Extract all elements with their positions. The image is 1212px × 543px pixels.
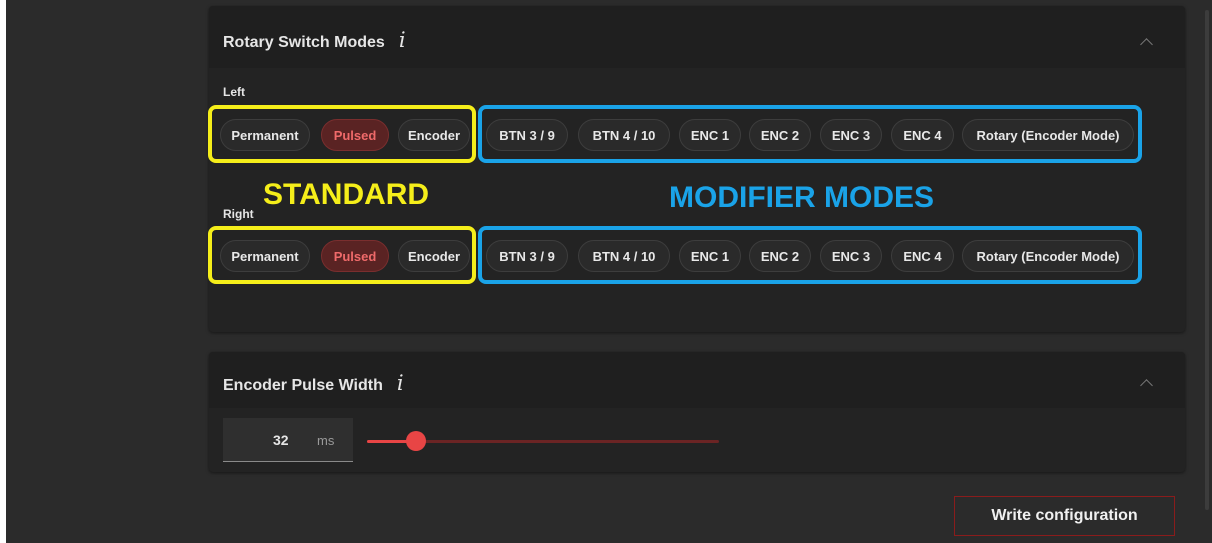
standard-highlight-right [208, 226, 476, 284]
scrollbar[interactable] [1202, 0, 1212, 543]
pulse-width-input[interactable]: 32 ms [223, 418, 353, 462]
panel-title: Encoder Pulse Width i [223, 371, 404, 395]
modifier-highlight-left [478, 105, 1142, 163]
pulse-width-panel: Encoder Pulse Width i 32 ms [209, 352, 1185, 472]
standard-highlight-left [208, 105, 476, 163]
slider-thumb[interactable] [406, 431, 427, 451]
pulse-width-value: 32 [273, 432, 289, 448]
right-label: Right [223, 207, 254, 221]
info-icon[interactable]: i [399, 28, 406, 52]
standard-annotation: STANDARD [263, 178, 430, 211]
pulse-width-slider[interactable] [367, 431, 719, 451]
rotary-title-text: Rotary Switch Modes [223, 34, 385, 51]
app-window: Rotary Switch Modes i Left Right Permanen… [6, 0, 1206, 543]
rotary-switch-header[interactable]: Rotary Switch Modes i [209, 6, 1185, 68]
chevron-up-icon[interactable] [1140, 38, 1153, 51]
info-icon[interactable]: i [397, 371, 404, 395]
pulse-title-text: Encoder Pulse Width [223, 377, 383, 394]
pulse-width-header[interactable]: Encoder Pulse Width i [209, 352, 1185, 408]
chevron-up-icon[interactable] [1140, 379, 1153, 392]
pulse-width-unit: ms [317, 433, 335, 448]
write-configuration-button[interactable]: Write configuration [954, 496, 1175, 536]
modifier-modes-annotation: MODIFIER MODES [669, 181, 935, 214]
scrollbar-thumb[interactable] [1205, 10, 1209, 510]
left-label: Left [223, 85, 245, 99]
panel-title: Rotary Switch Modes i [223, 28, 406, 52]
modifier-highlight-right [478, 226, 1142, 284]
